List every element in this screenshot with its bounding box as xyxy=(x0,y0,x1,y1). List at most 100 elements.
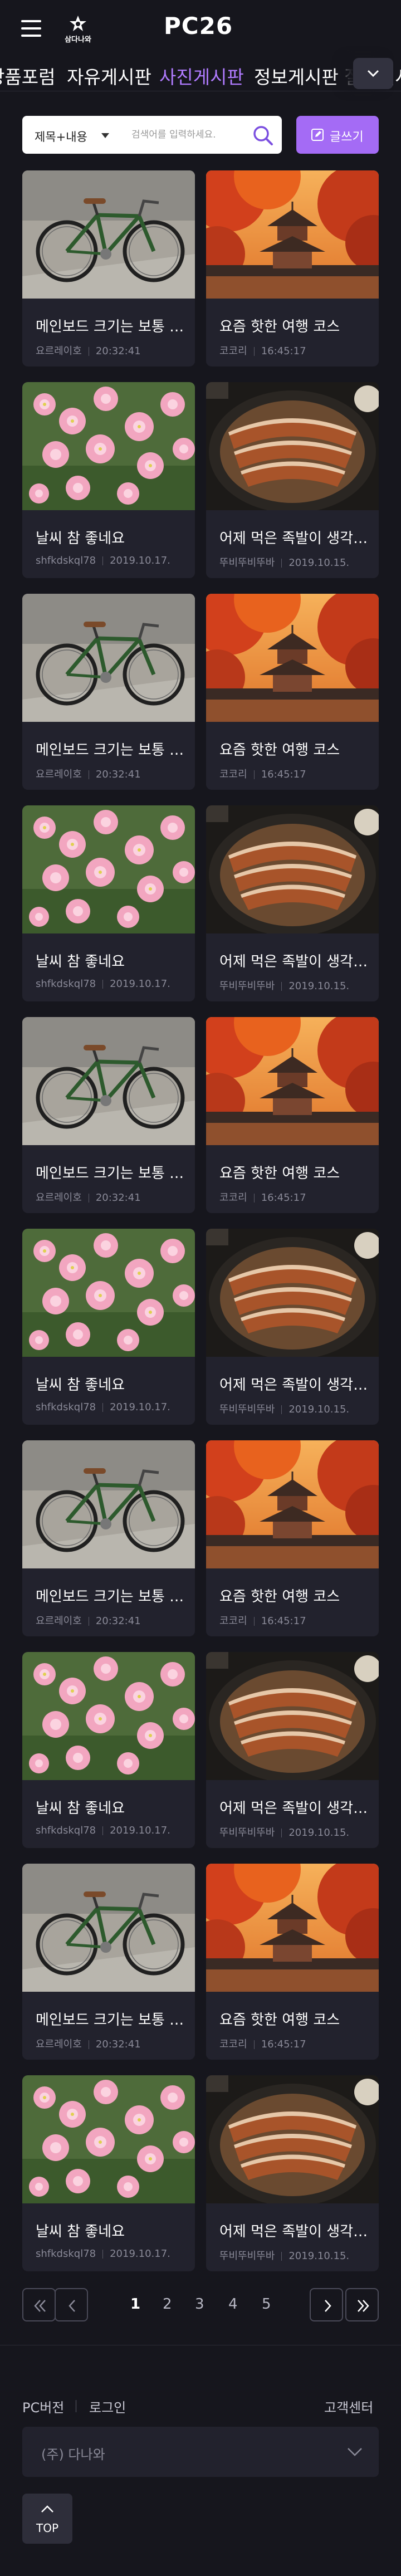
next-page-button[interactable] xyxy=(310,2288,343,2321)
post-thumbnail[interactable] xyxy=(206,382,379,510)
tab-photo-board[interactable]: 사진게시판 xyxy=(159,62,244,89)
post-thumbnail[interactable] xyxy=(206,1440,379,1568)
post-thumbnail[interactable] xyxy=(206,1017,379,1145)
meta-divider xyxy=(253,347,255,356)
post-card[interactable]: 날씨 참 좋네요 shfkdskql78 2019.10.17. xyxy=(22,2075,195,2271)
post-card[interactable]: 날씨 참 좋네요 shfkdskql78 2019.10.17. xyxy=(22,1652,195,1848)
post-card[interactable]: 어제 먹은 족발이 생각나네요 뚜비뚜비뚜바 2019.10.15. xyxy=(206,805,379,1001)
company-info-select[interactable]: (주) 다나와 xyxy=(22,2427,379,2477)
brand-title[interactable]: PC26 xyxy=(164,12,233,40)
meta-divider xyxy=(253,770,255,779)
meta-divider xyxy=(102,556,104,565)
post-date: 2019.10.15. xyxy=(288,980,350,992)
post-title[interactable]: 요즘 핫한 여행 코스 xyxy=(219,1162,369,1182)
meta-divider xyxy=(281,982,282,991)
chevron-left-icon xyxy=(69,2300,75,2312)
tab-info-board[interactable]: 정보게시판 xyxy=(254,62,339,89)
last-page-button[interactable] xyxy=(345,2288,379,2321)
customer-center-link[interactable]: 고객센터 xyxy=(324,2397,373,2416)
tab-product-forum[interactable]: 상품포럼 xyxy=(0,62,55,89)
post-meta: shfkdskql78 2019.10.17. xyxy=(36,1825,170,1836)
search-type-select[interactable]: 제목+내용 xyxy=(22,116,125,154)
post-meta: 요르레이호 20:32:41 xyxy=(36,1190,141,1204)
post-thumbnail[interactable] xyxy=(22,1017,195,1145)
post-thumbnail[interactable] xyxy=(22,805,195,933)
post-card[interactable]: 메인보드 크기는 보통 어느 정도인가요 요르레이호 20:32:41 xyxy=(22,1864,195,2060)
post-card[interactable]: 요즘 핫한 여행 코스 코코리 16:45:17 xyxy=(206,1017,379,1213)
post-title[interactable]: 어제 먹은 족발이 생각나네요 xyxy=(219,1373,369,1394)
post-thumbnail[interactable] xyxy=(22,1440,195,1568)
search-button[interactable] xyxy=(250,123,276,147)
post-thumbnail[interactable] xyxy=(206,1864,379,1992)
meta-divider xyxy=(102,1826,104,1835)
page-3[interactable]: 3 xyxy=(195,2296,204,2313)
first-page-button[interactable] xyxy=(22,2288,56,2321)
tab-expand-button[interactable] xyxy=(353,58,393,89)
post-title[interactable]: 날씨 참 좋네요 xyxy=(36,527,185,548)
hamburger-menu-icon[interactable] xyxy=(21,20,41,37)
post-thumbnail[interactable] xyxy=(206,2075,379,2203)
post-card[interactable]: 메인보드 크기는 보통 어느 정도인가요 요르레이호 20:32:41 xyxy=(22,594,195,790)
post-title[interactable]: 날씨 참 좋네요 xyxy=(36,950,185,971)
post-card[interactable]: 메인보드 크기는 보통 어느 정도인가요 요르레이호 20:32:41 xyxy=(22,170,195,366)
post-title[interactable]: 요즘 핫한 여행 코스 xyxy=(219,1585,369,1606)
post-title[interactable]: 어제 먹은 족발이 생각나네요 xyxy=(219,950,369,971)
post-title[interactable]: 메인보드 크기는 보통 어느 정도인가요 xyxy=(36,1585,185,1606)
post-title[interactable]: 메인보드 크기는 보통 어느 정도인가요 xyxy=(36,2008,185,2029)
post-card[interactable]: 요즘 핫한 여행 코스 코코리 16:45:17 xyxy=(206,170,379,366)
write-button[interactable]: 글쓰기 xyxy=(296,116,379,154)
logo[interactable]: 삼다나와 xyxy=(60,14,96,46)
post-title[interactable]: 어제 먹은 족발이 생각나네요 xyxy=(219,1797,369,1817)
post-meta: 코코리 16:45:17 xyxy=(219,2036,306,2051)
page-5[interactable]: 5 xyxy=(262,2296,271,2313)
post-thumbnail[interactable] xyxy=(206,1652,379,1780)
post-title[interactable]: 메인보드 크기는 보통 어느 정도인가요 xyxy=(36,1162,185,1182)
prev-page-button[interactable] xyxy=(55,2288,88,2321)
post-title[interactable]: 어제 먹은 족발이 생각나네요 xyxy=(219,2220,369,2241)
post-card[interactable]: 어제 먹은 족발이 생각나네요 뚜비뚜비뚜바 2019.10.15. xyxy=(206,2075,379,2271)
post-card[interactable]: 요즘 핫한 여행 코스 코코리 16:45:17 xyxy=(206,1864,379,2060)
post-title[interactable]: 요즘 핫한 여행 코스 xyxy=(219,739,369,759)
post-thumbnail[interactable] xyxy=(22,2075,195,2203)
post-title[interactable]: 어제 먹은 족발이 생각나네요 xyxy=(219,527,369,548)
search-input[interactable] xyxy=(131,124,243,146)
post-title[interactable]: 요즘 핫한 여행 코스 xyxy=(219,315,369,336)
double-chevron-right-icon xyxy=(358,2300,369,2312)
post-card[interactable]: 날씨 참 좋네요 shfkdskql78 2019.10.17. xyxy=(22,1229,195,1425)
post-card[interactable]: 요즘 핫한 여행 코스 코코리 16:45:17 xyxy=(206,594,379,790)
page-4[interactable]: 4 xyxy=(228,2296,238,2313)
post-thumbnail[interactable] xyxy=(22,1229,195,1357)
post-card[interactable]: 어제 먹은 족발이 생각나네요 뚜비뚜비뚜바 2019.10.15. xyxy=(206,1229,379,1425)
post-card[interactable]: 메인보드 크기는 보통 어느 정도인가요 요르레이호 20:32:41 xyxy=(22,1440,195,1636)
post-title[interactable]: 메인보드 크기는 보통 어느 정도인가요 xyxy=(36,315,185,336)
post-card[interactable]: 메인보드 크기는 보통 어느 정도인가요 요르레이호 20:32:41 xyxy=(22,1017,195,1213)
post-thumbnail[interactable] xyxy=(206,170,379,299)
post-date: 20:32:41 xyxy=(95,1615,141,1627)
post-thumbnail[interactable] xyxy=(22,382,195,510)
post-title[interactable]: 날씨 참 좋네요 xyxy=(36,1373,185,1394)
post-thumbnail[interactable] xyxy=(22,1864,195,1992)
pc-version-link[interactable]: PC버전 xyxy=(22,2397,64,2416)
post-card[interactable]: 어제 먹은 족발이 생각나네요 뚜비뚜비뚜바 2019.10.15. xyxy=(206,1652,379,1848)
post-thumbnail[interactable] xyxy=(206,805,379,933)
post-title[interactable]: 메인보드 크기는 보통 어느 정도인가요 xyxy=(36,739,185,759)
post-thumbnail[interactable] xyxy=(22,1652,195,1780)
page-1[interactable]: 1 xyxy=(130,2296,140,2313)
post-card[interactable]: 날씨 참 좋네요 shfkdskql78 2019.10.17. xyxy=(22,382,195,578)
tab-free-board[interactable]: 자유게시판 xyxy=(67,62,151,89)
header: 삼다나와 PC26 xyxy=(0,0,401,57)
login-link[interactable]: 로그인 xyxy=(89,2397,126,2416)
post-title[interactable]: 날씨 참 좋네요 xyxy=(36,2220,185,2241)
post-card[interactable]: 어제 먹은 족발이 생각나네요 뚜비뚜비뚜바 2019.10.15. xyxy=(206,382,379,578)
post-thumbnail[interactable] xyxy=(22,170,195,299)
page-2[interactable]: 2 xyxy=(163,2296,172,2313)
post-thumbnail[interactable] xyxy=(22,594,195,722)
scroll-top-button[interactable]: TOP xyxy=(22,2494,72,2544)
post-thumbnail[interactable] xyxy=(206,594,379,722)
post-date: 16:45:17 xyxy=(261,769,306,780)
post-title[interactable]: 요즘 핫한 여행 코스 xyxy=(219,2008,369,2029)
post-title[interactable]: 날씨 참 좋네요 xyxy=(36,1797,185,1817)
post-thumbnail[interactable] xyxy=(206,1229,379,1357)
post-card[interactable]: 날씨 참 좋네요 shfkdskql78 2019.10.17. xyxy=(22,805,195,1001)
post-card[interactable]: 요즘 핫한 여행 코스 코코리 16:45:17 xyxy=(206,1440,379,1636)
